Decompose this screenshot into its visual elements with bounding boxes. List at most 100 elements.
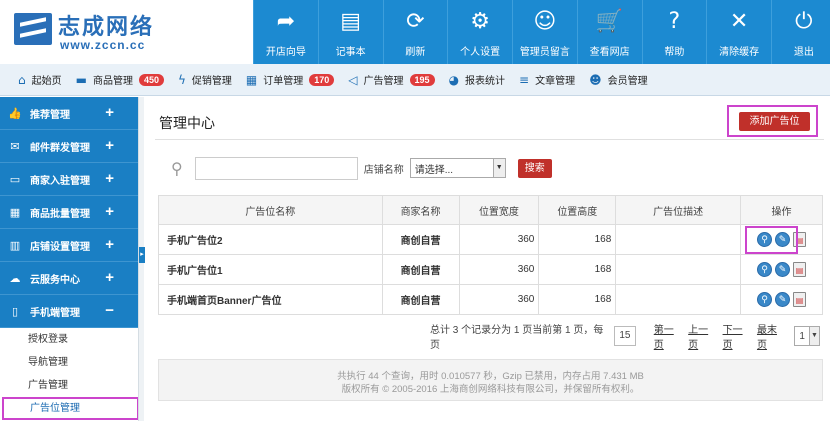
sidebar-sub-item[interactable]: 广告位管理 [2,397,139,420]
sidebar-group[interactable]: ▭ 商家入驻管理 + [0,163,140,196]
sidebar-group[interactable]: ▯ 手机端管理 − [0,295,140,328]
merchant-name: 商创自营 [381,254,460,285]
sidebar-group-label: 邮件群发管理 [30,142,90,154]
pie-icon: ◕ [448,72,460,87]
module-nav-label: 促销管理 [191,76,232,87]
table-row: 手机广告位1 商创自营 360 168 ⚲ ✎ ▤ [158,254,823,285]
edit-icon[interactable]: ✎ [775,292,791,307]
top-nav-item[interactable]: ? 帮助 [641,0,707,64]
help-icon: ? [668,9,681,34]
view-icon[interactable]: ⚲ [757,262,773,277]
module-nav-item[interactable]: ☻ 会员管理 [589,72,648,88]
top-nav-label: 个人设置 [460,47,501,58]
expand-icon[interactable]: + [105,104,114,121]
sidebar-group[interactable]: ▥ 店铺设置管理 + [0,229,140,262]
search-button[interactable]: 搜索 [517,158,552,178]
store-icon: ▥ [9,238,21,252]
top-nav-item[interactable]: ⚙ 个人设置 [447,0,512,64]
module-nav-label: 订单管理 [263,76,304,87]
column-header: 位置宽度 [458,195,540,225]
chevron-down-icon: ▼ [809,327,819,345]
view-icon[interactable]: ⚲ [757,292,773,307]
mail-icon: ✉ [10,139,20,153]
power-icon: ⏻ [795,9,813,34]
footer-copyright: 版权所有 © 2005-2016 上海商创网络科技有限公司，并保留所有权利。 [341,384,640,395]
top-nav-item[interactable]: ⟳ 刷新 [382,0,448,64]
top-nav-item[interactable]: ⏻ 退出 [771,0,830,64]
top-nav-item[interactable]: ✕ 清除缓存 [706,0,771,64]
sidebar-group[interactable]: 👍 推荐管理 + [0,97,140,130]
last-page-link[interactable]: 最末页 [757,321,786,351]
module-nav-item[interactable]: ◕ 报表统计 [448,72,505,88]
first-page-link[interactable]: 第一页 [654,321,683,351]
count-badge: 450 [138,73,164,86]
module-nav-item[interactable]: ⌂ 起始页 [18,72,62,88]
position-height: 168 [538,224,617,255]
add-ad-position-button[interactable]: 添加广告位 [739,112,810,131]
edit-icon[interactable]: ✎ [775,262,791,277]
per-page-input[interactable]: 15 [614,326,636,346]
sidebar-group[interactable]: ☁ 云服务中心 + [0,262,140,295]
sidebar-group-label: 云服务中心 [30,274,80,286]
module-nav: ⌂ 起始页 ▬ 商品管理 450 ϟ 促销管理 ▦ 订单管理 170 ◁ 广告管理 195 ◕ 报表统计 ≡ 文… [0,64,830,96]
top-nav-item[interactable]: 🛒 查看网店 [576,0,642,64]
position-width: 360 [458,224,540,255]
sidebar-sub-item[interactable]: 导航管理 [0,351,140,374]
module-nav-item[interactable]: ≡ 文章管理 [519,72,575,88]
store-select-value: 请选择... [414,164,454,176]
merchant-name: 商创自营 [381,224,460,255]
column-header: 广告位描述 [615,195,742,225]
next-page-link[interactable]: 下一页 [723,321,752,351]
pager-summary: 总计 3 个记录分为 1 页当前第 1 页，每页 [430,325,604,351]
store-select[interactable]: 请选择... ▼ [409,158,506,178]
brand-url: www.zccn.cc [60,38,146,52]
expand-icon[interactable]: + [105,170,114,187]
position-description [615,254,742,285]
column-header: 操作 [740,195,823,225]
ad-list-icon[interactable]: ▤ [793,262,807,277]
sidebar-group-label: 推荐管理 [30,109,70,121]
top-nav-item[interactable]: ☺ 管理员留言 [512,0,577,64]
search-input[interactable] [194,156,358,180]
sidebar-group-label: 店铺设置管理 [30,241,90,253]
ad-list-icon[interactable]: ▤ [793,292,807,307]
position-height: 168 [538,284,617,315]
module-nav-label: 会员管理 [607,76,648,87]
prev-page-link[interactable]: 上一页 [688,321,717,351]
module-nav-item[interactable]: ▦ 订单管理 170 [246,72,335,87]
top-nav-item[interactable]: ➦ 开店向导 [253,0,318,64]
module-nav-item[interactable]: ◁ 广告管理 195 [348,72,435,87]
logo-mark-icon [14,13,52,45]
collapse-icon[interactable]: − [105,302,114,319]
pagination: 总计 3 个记录分为 1 页当前第 1 页，每页 15 第一页 上一页 下一页 … [430,325,820,351]
users-icon: ☻ [589,72,602,87]
action-icons: ⚲ ✎ ▤ [757,262,807,277]
sidebar-sub-item[interactable]: 广告管理 [0,374,140,397]
cart-icon: 🛒 [595,9,624,34]
expand-icon[interactable]: + [105,203,114,220]
expand-icon[interactable]: + [105,236,114,253]
sidebar-sub-item[interactable]: 授权登录 [0,328,140,351]
column-header: 位置高度 [538,195,617,225]
module-nav-item[interactable]: ϟ 促销管理 [178,72,232,88]
refresh-icon: ⟳ [406,9,425,34]
top-nav-label: 刷新 [405,47,426,58]
pager-links: 第一页 上一页 下一页 最末页 [654,321,787,351]
top-nav-label: 开店向导 [265,47,306,58]
brand-name: 志成网络 [58,15,155,40]
position-description [615,284,742,315]
ad-position-name: 手机广告位1 [158,254,383,285]
search-icon: ⚲ [171,158,183,178]
sidebar-group[interactable]: ▦ 商品批量管理 + [0,196,140,229]
table-row: 手机广告位2 商创自营 360 168 ⚲ ✎ ▤ [158,224,823,255]
sidebar-splitter[interactable]: ▸ [138,97,145,421]
expand-icon[interactable]: + [105,269,114,286]
ad-position-name: 手机广告位2 [158,224,383,255]
logo[interactable]: 志成网络 www.zccn.cc [0,0,253,64]
module-nav-item[interactable]: ▬ 商品管理 450 [76,72,164,87]
expand-icon[interactable]: + [105,137,114,154]
top-nav-item[interactable]: ▤ 记事本 [317,0,383,64]
sidebar-group[interactable]: ✉ 邮件群发管理 + [0,130,140,163]
folder-icon: ▬ [75,72,87,87]
page-select[interactable]: 1 ▼ [794,326,820,346]
